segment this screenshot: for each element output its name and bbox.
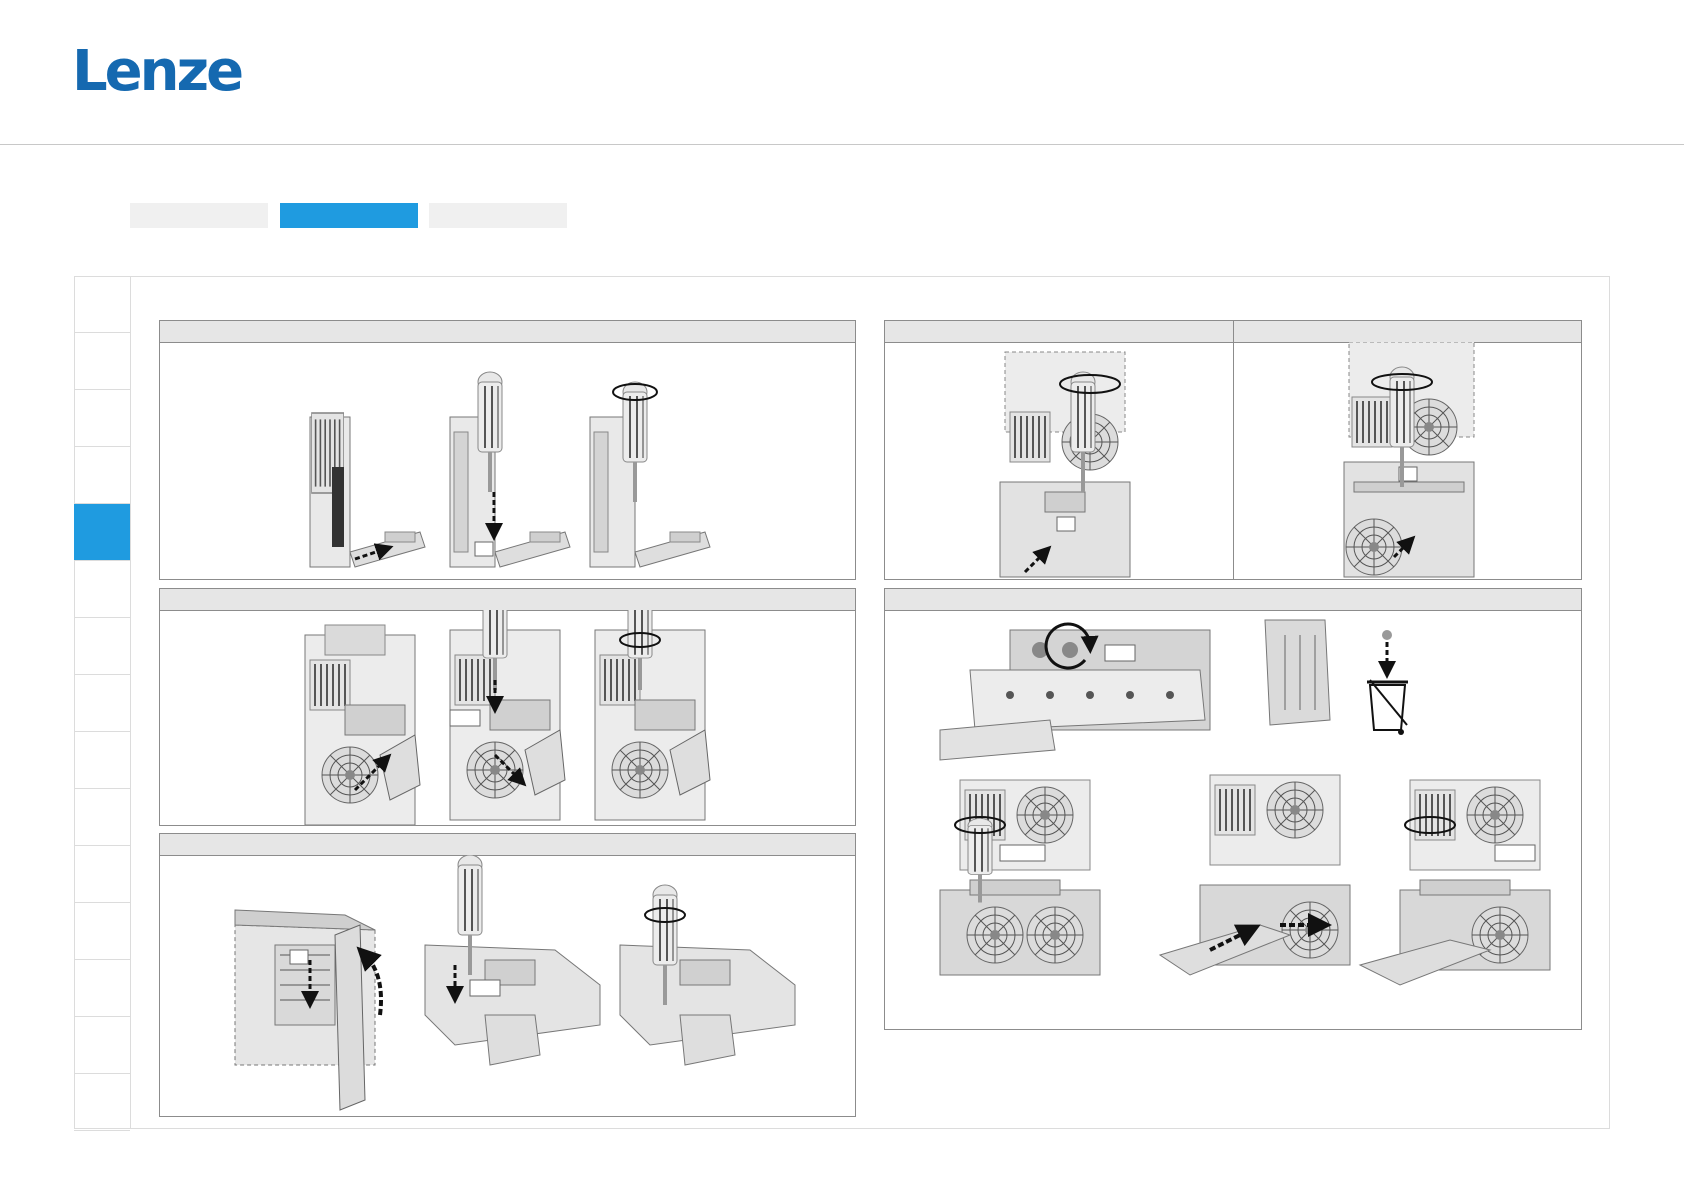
panel-header (885, 589, 1581, 611)
side-nav-item-6[interactable] (74, 561, 130, 618)
trash-bin-icon (1367, 630, 1408, 735)
side-nav-item-5-active[interactable] (74, 504, 130, 561)
side-nav (74, 276, 131, 1131)
lenze-logo: Lenze (72, 39, 244, 104)
side-nav-item-15[interactable] (74, 1074, 130, 1131)
header-divider (0, 144, 1684, 145)
panel-top-left (159, 320, 856, 580)
illustration-terminal-cover-steps (234, 855, 796, 1111)
side-nav-item-2[interactable] (74, 333, 130, 390)
side-nav-item-10[interactable] (74, 789, 130, 846)
tab-1[interactable] (130, 203, 268, 228)
panel-header-left (885, 321, 1234, 342)
side-nav-item-12[interactable] (74, 903, 130, 960)
illustration-shield-plate-steps (939, 619, 1551, 986)
side-nav-item-13[interactable] (74, 960, 130, 1017)
side-nav-item-9[interactable] (74, 732, 130, 789)
panel-header (160, 321, 855, 343)
side-nav-item-4[interactable] (74, 447, 130, 504)
side-nav-item-7[interactable] (74, 618, 130, 675)
panel-header-right (1234, 321, 1582, 342)
side-nav-item-8[interactable] (74, 675, 130, 732)
side-nav-item-1[interactable] (74, 276, 130, 333)
illustration-drive-plate-steps (309, 371, 711, 568)
illustration-fan-cover-steps (304, 610, 711, 825)
panel-top-right (884, 320, 1582, 580)
illustration-unscrew-right (1343, 342, 1475, 578)
illustration-unscrew-left (999, 351, 1131, 578)
tab-2-active[interactable] (280, 203, 418, 228)
panel-bottom-left (159, 833, 856, 1117)
panel-header (160, 834, 855, 856)
panel-header (160, 589, 855, 611)
side-nav-item-3[interactable] (74, 390, 130, 447)
panel-mid-left (159, 588, 856, 826)
tab-3[interactable] (429, 203, 567, 228)
side-nav-item-14[interactable] (74, 1017, 130, 1074)
side-nav-item-11[interactable] (74, 846, 130, 903)
panel-bottom-right (884, 588, 1582, 1030)
